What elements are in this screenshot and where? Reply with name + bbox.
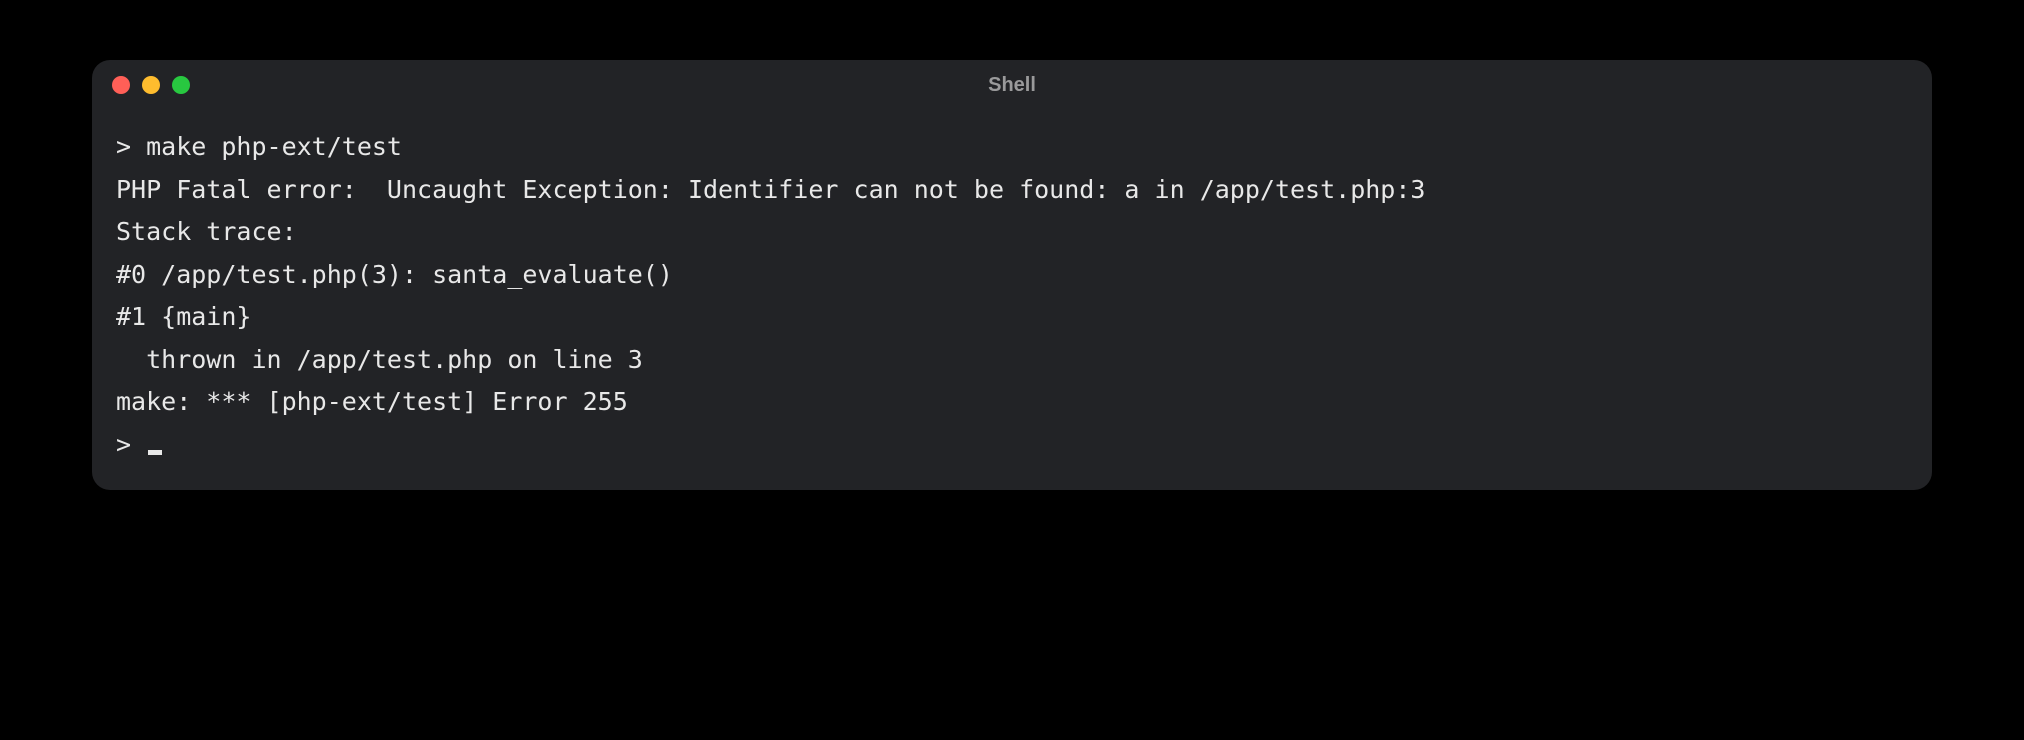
cursor-icon	[148, 450, 162, 455]
traffic-lights	[112, 76, 190, 94]
output-line: Stack trace:	[116, 217, 297, 246]
command-text: make php-ext/test	[146, 132, 402, 161]
minimize-icon[interactable]	[142, 76, 160, 94]
terminal-body[interactable]: > make php-ext/test PHP Fatal error: Unc…	[92, 110, 1932, 490]
close-icon[interactable]	[112, 76, 130, 94]
output-line: #1 {main}	[116, 302, 251, 331]
maximize-icon[interactable]	[172, 76, 190, 94]
terminal-window: Shell > make php-ext/test PHP Fatal erro…	[92, 60, 1932, 490]
output-line: PHP Fatal error: Uncaught Exception: Ide…	[116, 175, 1425, 204]
output-line: make: *** [php-ext/test] Error 255	[116, 387, 628, 416]
titlebar: Shell	[92, 60, 1932, 110]
output-line: #0 /app/test.php(3): santa_evaluate()	[116, 260, 673, 289]
output-line: thrown in /app/test.php on line 3	[116, 345, 643, 374]
prompt: >	[116, 430, 146, 459]
window-title: Shell	[988, 74, 1036, 97]
prompt: >	[116, 132, 146, 161]
